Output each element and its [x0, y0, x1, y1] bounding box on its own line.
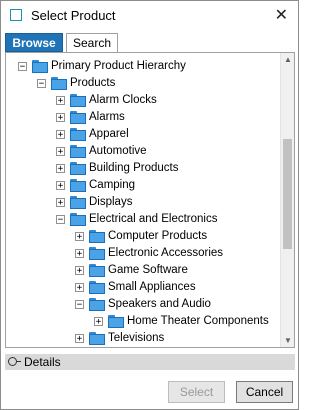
- folder-icon: [70, 162, 86, 175]
- tree-node-label: Products: [70, 77, 116, 89]
- expand-icon[interactable]: +: [56, 198, 65, 208]
- folder-icon: [70, 128, 86, 141]
- tab-search[interactable]: Search: [66, 33, 118, 52]
- folder-icon: [70, 94, 86, 107]
- expand-icon[interactable]: +: [56, 96, 65, 106]
- expand-icon[interactable]: +: [94, 317, 103, 327]
- tree-node-label: Camping: [89, 179, 136, 191]
- expand-icon[interactable]: +: [75, 334, 84, 344]
- scroll-up-icon[interactable]: ▲: [284, 55, 292, 64]
- folder-icon: [70, 145, 86, 158]
- folder-icon: [89, 264, 105, 277]
- folder-icon: [89, 298, 105, 311]
- expand-icon[interactable]: +: [56, 147, 65, 157]
- tree-node-label: Electrical and Electronics: [89, 213, 218, 225]
- expand-icon[interactable]: +: [56, 130, 65, 140]
- tree-node-label: Speakers and Audio: [108, 298, 211, 310]
- folder-icon: [51, 77, 67, 90]
- folder-icon: [108, 315, 124, 328]
- expand-icon[interactable]: +: [56, 164, 65, 174]
- expand-icon[interactable]: +: [75, 249, 84, 259]
- window-title: Select Product: [31, 8, 116, 23]
- title-bar: Select Product ✕: [1, 1, 298, 31]
- tree-node-label: Home Theater Components: [127, 315, 269, 327]
- tree-node-label: Primary Product Hierarchy: [51, 60, 186, 72]
- expand-icon[interactable]: +: [75, 266, 84, 276]
- folder-icon: [89, 230, 105, 243]
- folder-icon: [89, 247, 105, 260]
- folder-icon: [70, 196, 86, 209]
- tree-node-label: Alarm Clocks: [89, 94, 157, 106]
- details-expand-icon: [8, 357, 21, 366]
- details-toggle[interactable]: Details: [5, 354, 295, 370]
- select-product-dialog: Select Product ✕ Browse Search − Primary …: [0, 0, 299, 410]
- product-tree-panel: − Primary Product Hierarchy − Products + Alar…: [5, 52, 295, 348]
- tab-browse[interactable]: Browse: [5, 33, 63, 52]
- product-tree: − Primary Product Hierarchy − Products + Alar…: [6, 53, 281, 347]
- scroll-down-icon[interactable]: ▼: [284, 336, 292, 345]
- collapse-icon[interactable]: −: [37, 79, 46, 89]
- expand-icon[interactable]: +: [75, 232, 84, 242]
- tree-node-label: Computer Products: [108, 230, 208, 242]
- tree-node-label: Building Products: [89, 162, 179, 174]
- folder-icon: [70, 179, 86, 192]
- tree-node-label: Apparel: [89, 128, 129, 140]
- folder-icon: [70, 213, 86, 226]
- close-icon[interactable]: ✕: [275, 5, 288, 25]
- tree-node-label: Electronic Accessories: [108, 247, 224, 259]
- collapse-icon[interactable]: −: [56, 215, 65, 225]
- tree-node-label: Automotive: [89, 145, 147, 157]
- expand-icon[interactable]: +: [56, 181, 65, 191]
- cancel-button[interactable]: Cancel: [236, 381, 293, 403]
- collapse-icon[interactable]: −: [75, 300, 84, 310]
- select-button[interactable]: Select: [168, 381, 225, 403]
- window-icon: [10, 9, 22, 21]
- expand-icon[interactable]: +: [56, 113, 65, 123]
- tree-node-label: Small Appliances: [108, 281, 196, 293]
- collapse-icon[interactable]: −: [18, 62, 27, 72]
- tree-node-label: Displays: [89, 196, 133, 208]
- vertical-scrollbar[interactable]: ▲ ▼: [280, 53, 294, 347]
- folder-icon: [70, 111, 86, 124]
- expand-icon[interactable]: +: [75, 283, 84, 293]
- details-label: Details: [24, 355, 61, 369]
- folder-icon: [89, 332, 105, 345]
- folder-icon: [89, 281, 105, 294]
- tree-node-label: Televisions: [108, 332, 165, 344]
- tree-node-label: Alarms: [89, 111, 125, 123]
- folder-icon: [32, 60, 48, 73]
- tree-node-label: Game Software: [108, 264, 188, 276]
- scrollbar-thumb[interactable]: [283, 139, 292, 249]
